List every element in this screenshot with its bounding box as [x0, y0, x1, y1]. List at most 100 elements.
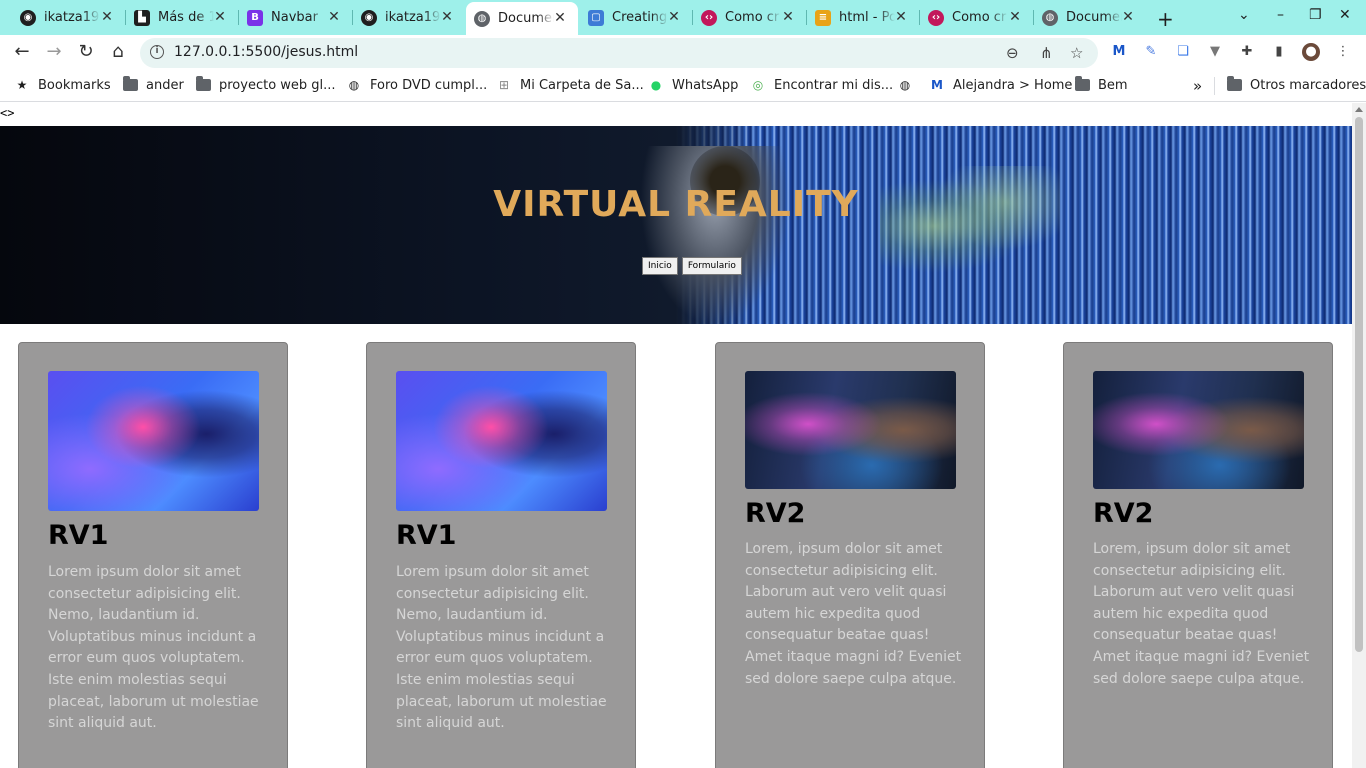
- zoom-icon[interactable]: ⊖: [1006, 44, 1019, 62]
- card-image-vr-man: [1093, 371, 1304, 489]
- card-rv2: RV2 Lorem, ipsum dolor sit amet consecte…: [1063, 342, 1333, 768]
- share-icon[interactable]: ⋔: [1040, 44, 1053, 62]
- tab-4[interactable]: ◉ ikatza19 ✕: [353, 4, 465, 31]
- other-bookmarks[interactable]: Otros marcadores: [1226, 76, 1366, 93]
- tab-title: Document: [1066, 10, 1122, 25]
- close-icon[interactable]: ✕: [1120, 9, 1136, 25]
- bookmark-item[interactable]: ander: [122, 76, 184, 93]
- menu-kebab-icon[interactable]: ⋮: [1334, 43, 1352, 61]
- find-device-icon: ◎: [752, 78, 764, 92]
- notion-icon: ▢: [588, 9, 604, 26]
- bookmark-item[interactable]: ⊞ Mi Carpeta de Sa...: [496, 77, 644, 93]
- vue-devtools-icon[interactable]: ▼: [1206, 43, 1224, 61]
- stray-code-text: <>: [0, 106, 15, 120]
- tab-2[interactable]: ▙ Más de 1 ✕: [126, 4, 238, 31]
- page-scrollbar[interactable]: [1352, 103, 1366, 768]
- card-image-vr-woman: [396, 371, 607, 511]
- url-text: 127.0.0.1:5500/jesus.html: [174, 44, 359, 60]
- forward-icon[interactable]: →: [42, 41, 66, 65]
- scroll-up-icon[interactable]: [1355, 107, 1363, 112]
- card-text: Lorem ipsum dolor sit amet consectetur a…: [48, 564, 259, 732]
- address-bar[interactable]: i 127.0.0.1:5500/jesus.html ⊖ ⋔ ☆: [140, 38, 1098, 68]
- close-icon[interactable]: ✕: [1007, 9, 1023, 25]
- tab-title: Más de 1: [158, 10, 214, 25]
- minimize-icon[interactable]: –: [1277, 7, 1284, 23]
- site-info-icon[interactable]: i: [150, 45, 164, 59]
- tab-9[interactable]: ‹› Como cr ✕: [920, 4, 1033, 31]
- scrollbar-thumb[interactable]: [1355, 117, 1363, 652]
- movistar-extension-icon[interactable]: M: [1110, 43, 1128, 61]
- close-window-icon[interactable]: ✕: [1339, 7, 1351, 23]
- close-icon[interactable]: ✕: [439, 9, 455, 25]
- tab-1[interactable]: ◉ ikatza19 ✕: [12, 4, 125, 31]
- more-bookmarks-chevron-icon[interactable]: »: [1193, 77, 1202, 95]
- tab-7[interactable]: ‹› Como cr ✕: [693, 4, 806, 31]
- inicio-button[interactable]: Inicio: [642, 257, 678, 275]
- card-rv2: RV2 Lorem, ipsum dolor sit amet consecte…: [715, 342, 985, 768]
- tab-strip: ◉ ikatza19 ✕ ▙ Más de 1 ✕ B Navbar ✕ ◉ i…: [0, 0, 1366, 35]
- codepen-icon: ‹›: [928, 9, 944, 26]
- tab-3[interactable]: B Navbar ✕: [239, 4, 352, 31]
- globe-icon: ◍: [1042, 9, 1058, 26]
- copy-extension-icon[interactable]: ❏: [1174, 43, 1192, 61]
- tab-6[interactable]: ▢ Creating ✕: [580, 4, 692, 31]
- close-icon[interactable]: ✕: [666, 9, 682, 25]
- bookmark-item[interactable]: M Alejandra > Home: [929, 77, 1072, 93]
- home-icon[interactable]: ⌂: [106, 41, 130, 65]
- tab-title: Como cr: [725, 10, 780, 25]
- bookmark-label: Bem: [1098, 77, 1128, 93]
- github-icon: ◉: [20, 9, 36, 26]
- stackoverflow-icon: ≡: [815, 9, 831, 26]
- bookmark-item[interactable]: ● WhatsApp: [648, 77, 739, 93]
- formulario-button[interactable]: Formulario: [681, 257, 742, 275]
- card-image-vr-woman: [48, 371, 259, 511]
- bookmark-item[interactable]: Bem: [1074, 76, 1128, 93]
- feather-extension-icon[interactable]: ✎: [1142, 43, 1160, 61]
- card-heading: RV2: [745, 498, 806, 529]
- bookmark-item[interactable]: ◎ Encontrar mi dis...: [750, 77, 893, 93]
- tab-title: Creating: [612, 10, 668, 25]
- close-icon[interactable]: ✕: [780, 9, 796, 25]
- card-rv1: RV1 Lorem ipsum dolor sit amet consectet…: [18, 342, 288, 768]
- bookmark-item[interactable]: ◍: [897, 77, 921, 93]
- close-icon[interactable]: ✕: [99, 9, 115, 25]
- tab-8[interactable]: ≡ html - Po ✕: [807, 4, 919, 31]
- bookmark-label: WhatsApp: [672, 77, 739, 93]
- drive-icon: ⊞: [498, 78, 510, 92]
- new-tab-button[interactable]: +: [1157, 7, 1174, 31]
- tab-search-icon[interactable]: ⌄: [1238, 7, 1250, 23]
- card-rv1: RV1 Lorem ipsum dolor sit amet consectet…: [366, 342, 636, 768]
- reload-icon[interactable]: ↻: [74, 41, 98, 65]
- card-text: Lorem, ipsum dolor sit amet consectetur …: [745, 541, 962, 687]
- profile-avatar[interactable]: ●: [1302, 43, 1320, 61]
- bookmark-label: proyecto web gl...: [219, 77, 336, 93]
- codepen-icon: ‹›: [701, 9, 717, 26]
- bookmarks-divider: [1214, 77, 1215, 95]
- back-icon[interactable]: ←: [10, 41, 34, 65]
- close-icon[interactable]: ✕: [552, 10, 568, 26]
- browser-toolbar: ← → ↻ ⌂ i 127.0.0.1:5500/jesus.html ⊖ ⋔ …: [0, 35, 1366, 70]
- unsplash-icon: ▙: [134, 9, 150, 26]
- card-image-vr-man: [745, 371, 956, 489]
- bookmark-star-icon[interactable]: ☆: [1070, 44, 1083, 62]
- close-icon[interactable]: ✕: [326, 9, 342, 25]
- bookmark-label: Bookmarks: [38, 77, 111, 93]
- extensions-puzzle-icon[interactable]: ✚: [1238, 43, 1256, 61]
- bookmark-item[interactable]: proyecto web gl...: [195, 76, 336, 93]
- close-icon[interactable]: ✕: [893, 9, 909, 25]
- card-heading: RV1: [396, 520, 457, 551]
- movistar-icon: M: [931, 78, 943, 92]
- card-text: Lorem, ipsum dolor sit amet consectetur …: [1093, 541, 1310, 687]
- bookmark-label: Mi Carpeta de Sa...: [520, 77, 644, 93]
- tab-5-active[interactable]: ◍ Document ✕: [466, 2, 578, 35]
- bookmark-item[interactable]: ◍ Foro DVD cumpl...: [346, 77, 488, 93]
- tab-10[interactable]: ◍ Document ✕: [1034, 4, 1146, 31]
- bookmark-item[interactable]: ★ Bookmarks: [14, 77, 111, 93]
- folder-icon: [1074, 76, 1090, 93]
- tab-title: Navbar: [271, 10, 318, 25]
- restore-icon[interactable]: ❐: [1309, 7, 1322, 23]
- close-icon[interactable]: ✕: [212, 9, 228, 25]
- globe-icon: ◍: [474, 10, 490, 27]
- star-icon: ★: [16, 78, 28, 92]
- side-panel-icon[interactable]: ▮: [1270, 43, 1288, 61]
